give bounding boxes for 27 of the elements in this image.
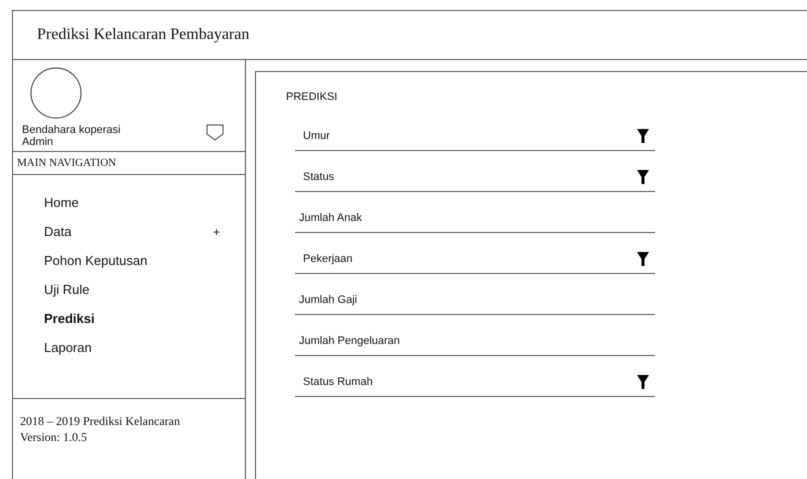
user-name: Bendahara koperasi <box>22 124 120 136</box>
funnel-icon <box>637 374 649 388</box>
nav-item[interactable]: Pohon Keputusan <box>13 246 245 275</box>
nav-item[interactable]: Laporan <box>13 333 245 362</box>
app-title: Prediksi Kelancaran Pembayaran <box>37 26 250 44</box>
shield-icon[interactable] <box>206 124 224 141</box>
funnel-icon <box>637 128 649 142</box>
section-heading: MAIN NAVIGATION <box>17 157 116 169</box>
input-field[interactable]: Jumlah Anak <box>295 203 655 233</box>
footer-text: 2018 – 2019 Prediksi Kelancaran <box>20 413 181 429</box>
dropdown-field[interactable]: Umur <box>295 121 655 151</box>
avatar-icon <box>30 67 82 119</box>
expand-toggle[interactable]: + <box>212 224 220 238</box>
nav-item[interactable]: Prediksi <box>13 304 245 333</box>
nav-item[interactable]: Home <box>13 188 245 217</box>
nav-item[interactable]: Data + <box>13 217 245 246</box>
funnel-icon <box>637 170 649 184</box>
dropdown-field[interactable]: Status <box>295 162 655 192</box>
dropdown-field[interactable]: Status Rumah <box>295 367 655 397</box>
nav-item[interactable]: Uji Rule <box>13 275 245 304</box>
funnel-icon <box>637 252 649 266</box>
footer-text: Version: 1.0.5 <box>20 429 88 445</box>
form-title: PREDIKSI <box>286 91 338 103</box>
dropdown-field[interactable]: Pekerjaan <box>295 244 655 274</box>
input-field[interactable]: Jumlah Gaji <box>295 285 655 315</box>
user-role: Admin <box>22 136 54 148</box>
input-field[interactable]: Jumlah Pengeluaran <box>295 326 655 356</box>
